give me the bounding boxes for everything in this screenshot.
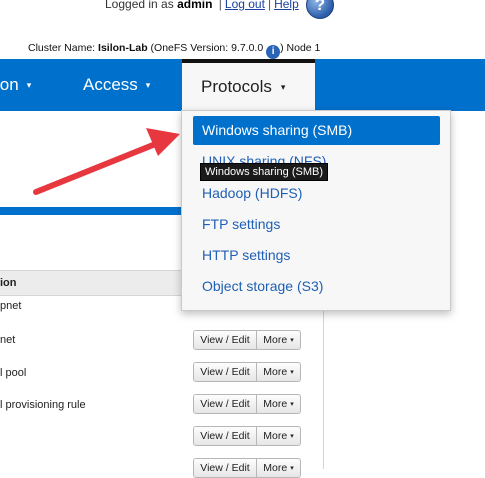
annotation-arrow-icon: [33, 128, 180, 195]
